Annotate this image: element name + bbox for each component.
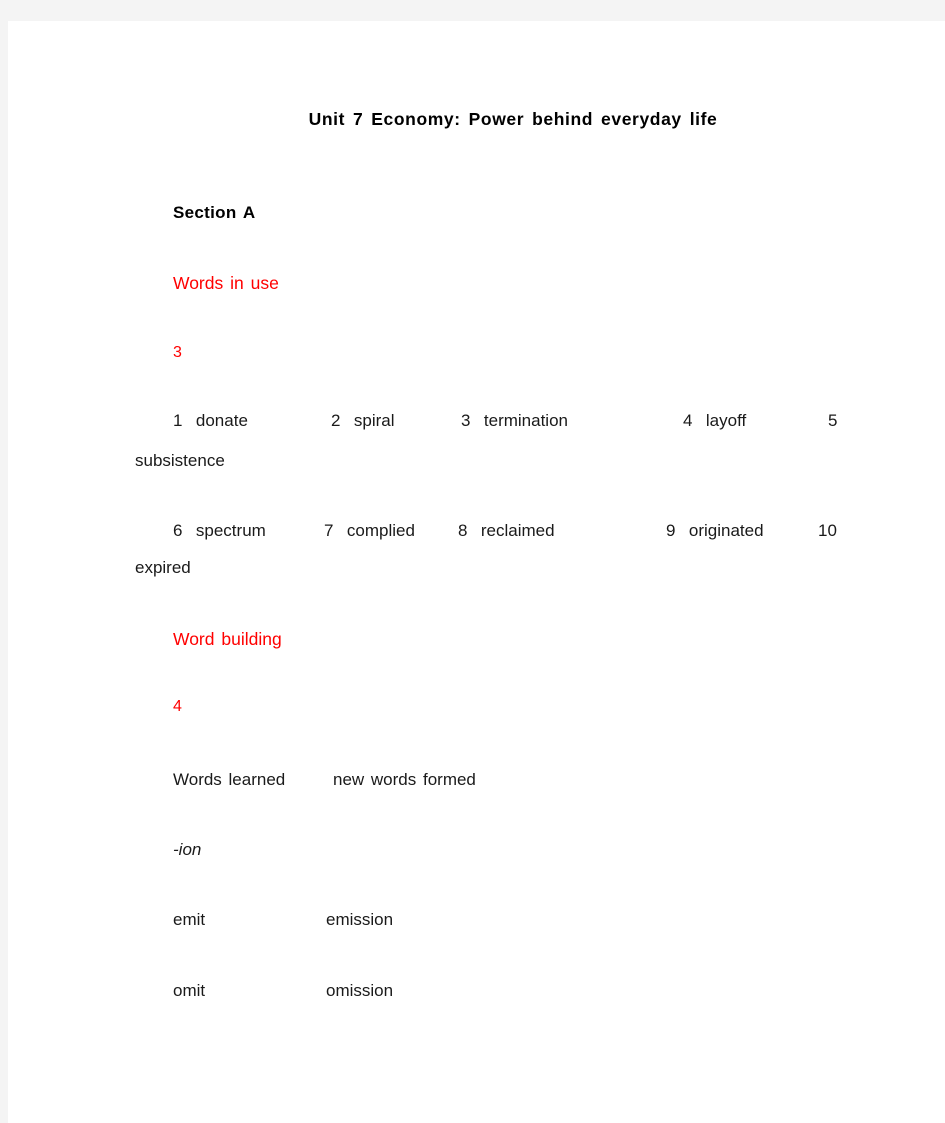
column-header-new-words-formed: new words formed (333, 770, 476, 789)
answer-item-8: 8 reclaimed (458, 521, 555, 540)
word-formed: omission (326, 981, 394, 1000)
word-learned: emit (173, 910, 206, 929)
answer-item-5-word: subsistence (135, 451, 225, 470)
column-header-words-learned: Words learned (173, 770, 286, 789)
document-body: Unit 7 Economy: Power behind everyday li… (8, 21, 945, 1123)
document-page: Unit 7 Economy: Power behind everyday li… (8, 21, 945, 1123)
exercise-number-3: 3 (173, 344, 182, 361)
answer-item-4: 4 layoff (683, 411, 747, 430)
answer-item-3: 3 termination (461, 411, 568, 430)
words-in-use-heading: Words in use (173, 273, 279, 293)
answer-item-9: 9 originated (666, 521, 764, 540)
answer-item-1: 1 donate (173, 411, 248, 430)
answer-item-6: 6 spectrum (173, 521, 266, 540)
answer-item-5-number: 5 (828, 411, 838, 430)
word-building-heading: Word building (173, 629, 282, 649)
word-building-suffix-row: -ion (8, 840, 945, 870)
answer-row: 1 donate 2 spiral 3 termination 4 layoff… (8, 411, 945, 441)
answer-item-2: 2 spiral (331, 411, 395, 430)
answer-item-10-number: 10 (818, 521, 837, 540)
section-heading: Section A (173, 203, 256, 222)
word-building-table-header: Words learned new words formed (8, 770, 945, 800)
suffix-label: -ion (173, 840, 202, 859)
answer-row: 6 spectrum 7 complied 8 reclaimed 9 orig… (8, 521, 945, 551)
exercise-number-4: 4 (173, 698, 182, 715)
answer-item-7: 7 complied (324, 521, 415, 540)
word-learned: omit (173, 981, 206, 1000)
table-row: emit emission (8, 910, 945, 940)
word-formed: emission (326, 910, 394, 929)
answer-item-10-word: expired (135, 558, 191, 577)
table-row: omit omission (8, 981, 945, 1011)
page-title: Unit 7 Economy: Power behind everyday li… (308, 109, 718, 129)
